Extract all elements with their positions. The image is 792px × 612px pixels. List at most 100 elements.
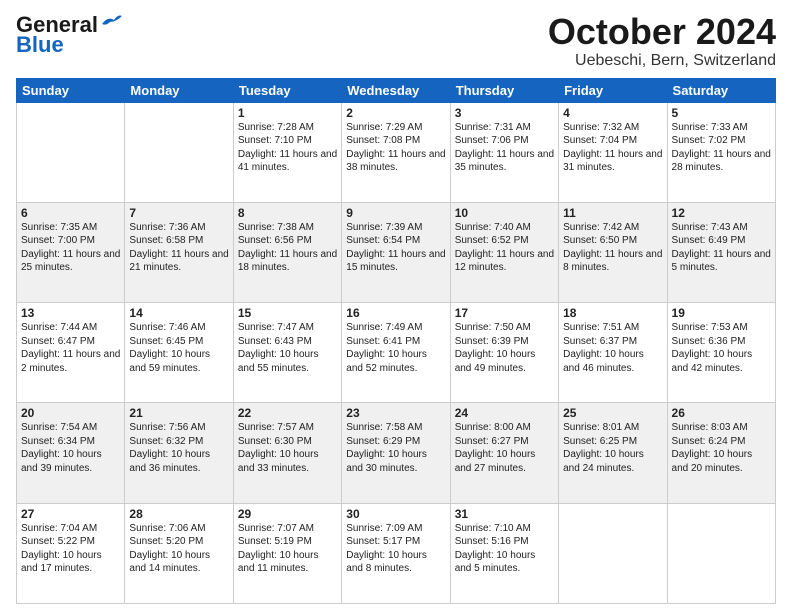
day-info: Sunrise: 7:33 AM Sunset: 7:02 PM Dayligh… xyxy=(672,121,771,175)
day-info: Sunrise: 7:46 AM Sunset: 6:45 PM Dayligh… xyxy=(129,321,228,375)
day-number: 30 xyxy=(346,507,445,521)
day-info: Sunrise: 7:36 AM Sunset: 6:58 PM Dayligh… xyxy=(129,221,228,275)
calendar-cell: 26Sunrise: 8:03 AM Sunset: 6:24 PM Dayli… xyxy=(667,403,775,503)
day-number: 8 xyxy=(238,206,337,220)
calendar-cell: 1Sunrise: 7:28 AM Sunset: 7:10 PM Daylig… xyxy=(233,102,341,202)
day-number: 31 xyxy=(455,507,554,521)
day-info: Sunrise: 8:03 AM Sunset: 6:24 PM Dayligh… xyxy=(672,421,771,475)
calendar-cell: 17Sunrise: 7:50 AM Sunset: 6:39 PM Dayli… xyxy=(450,303,558,403)
calendar-week-1: 6Sunrise: 7:35 AM Sunset: 7:00 PM Daylig… xyxy=(17,202,776,302)
day-info: Sunrise: 7:56 AM Sunset: 6:32 PM Dayligh… xyxy=(129,421,228,475)
day-number: 25 xyxy=(563,406,662,420)
day-info: Sunrise: 7:10 AM Sunset: 5:16 PM Dayligh… xyxy=(455,522,554,576)
day-number: 19 xyxy=(672,306,771,320)
day-info: Sunrise: 8:01 AM Sunset: 6:25 PM Dayligh… xyxy=(563,421,662,475)
header: General Blue October 2024 Uebeschi, Bern… xyxy=(16,12,776,70)
day-info: Sunrise: 7:51 AM Sunset: 6:37 PM Dayligh… xyxy=(563,321,662,375)
calendar-cell: 30Sunrise: 7:09 AM Sunset: 5:17 PM Dayli… xyxy=(342,503,450,603)
day-number: 11 xyxy=(563,206,662,220)
calendar-week-4: 27Sunrise: 7:04 AM Sunset: 5:22 PM Dayli… xyxy=(17,503,776,603)
subtitle: Uebeschi, Bern, Switzerland xyxy=(548,52,776,70)
day-number: 12 xyxy=(672,206,771,220)
day-number: 24 xyxy=(455,406,554,420)
day-number: 13 xyxy=(21,306,120,320)
calendar-cell: 2Sunrise: 7:29 AM Sunset: 7:08 PM Daylig… xyxy=(342,102,450,202)
calendar-cell: 19Sunrise: 7:53 AM Sunset: 6:36 PM Dayli… xyxy=(667,303,775,403)
calendar-cell: 5Sunrise: 7:33 AM Sunset: 7:02 PM Daylig… xyxy=(667,102,775,202)
calendar-cell xyxy=(559,503,667,603)
day-number: 10 xyxy=(455,206,554,220)
calendar-cell: 9Sunrise: 7:39 AM Sunset: 6:54 PM Daylig… xyxy=(342,202,450,302)
day-info: Sunrise: 7:28 AM Sunset: 7:10 PM Dayligh… xyxy=(238,121,337,175)
calendar-cell: 18Sunrise: 7:51 AM Sunset: 6:37 PM Dayli… xyxy=(559,303,667,403)
day-info: Sunrise: 7:54 AM Sunset: 6:34 PM Dayligh… xyxy=(21,421,120,475)
calendar-cell: 13Sunrise: 7:44 AM Sunset: 6:47 PM Dayli… xyxy=(17,303,125,403)
calendar-cell xyxy=(667,503,775,603)
day-number: 18 xyxy=(563,306,662,320)
calendar-header-row: SundayMondayTuesdayWednesdayThursdayFrid… xyxy=(17,78,776,102)
day-info: Sunrise: 7:07 AM Sunset: 5:19 PM Dayligh… xyxy=(238,522,337,576)
calendar-cell: 14Sunrise: 7:46 AM Sunset: 6:45 PM Dayli… xyxy=(125,303,233,403)
day-info: Sunrise: 7:29 AM Sunset: 7:08 PM Dayligh… xyxy=(346,121,445,175)
day-info: Sunrise: 7:44 AM Sunset: 6:47 PM Dayligh… xyxy=(21,321,120,375)
calendar-cell: 27Sunrise: 7:04 AM Sunset: 5:22 PM Dayli… xyxy=(17,503,125,603)
col-header-wednesday: Wednesday xyxy=(342,78,450,102)
calendar-cell: 8Sunrise: 7:38 AM Sunset: 6:56 PM Daylig… xyxy=(233,202,341,302)
day-info: Sunrise: 7:35 AM Sunset: 7:00 PM Dayligh… xyxy=(21,221,120,275)
col-header-tuesday: Tuesday xyxy=(233,78,341,102)
day-number: 22 xyxy=(238,406,337,420)
day-info: Sunrise: 7:53 AM Sunset: 6:36 PM Dayligh… xyxy=(672,321,771,375)
calendar-cell: 15Sunrise: 7:47 AM Sunset: 6:43 PM Dayli… xyxy=(233,303,341,403)
calendar-cell: 28Sunrise: 7:06 AM Sunset: 5:20 PM Dayli… xyxy=(125,503,233,603)
day-number: 3 xyxy=(455,106,554,120)
day-number: 14 xyxy=(129,306,228,320)
day-number: 29 xyxy=(238,507,337,521)
day-number: 5 xyxy=(672,106,771,120)
day-info: Sunrise: 7:31 AM Sunset: 7:06 PM Dayligh… xyxy=(455,121,554,175)
col-header-friday: Friday xyxy=(559,78,667,102)
day-info: Sunrise: 7:32 AM Sunset: 7:04 PM Dayligh… xyxy=(563,121,662,175)
day-number: 26 xyxy=(672,406,771,420)
calendar-cell: 10Sunrise: 7:40 AM Sunset: 6:52 PM Dayli… xyxy=(450,202,558,302)
day-number: 1 xyxy=(238,106,337,120)
day-number: 15 xyxy=(238,306,337,320)
logo-bird-icon xyxy=(100,14,122,32)
day-info: Sunrise: 7:39 AM Sunset: 6:54 PM Dayligh… xyxy=(346,221,445,275)
day-info: Sunrise: 7:04 AM Sunset: 5:22 PM Dayligh… xyxy=(21,522,120,576)
title-block: October 2024 Uebeschi, Bern, Switzerland xyxy=(548,12,776,70)
day-number: 2 xyxy=(346,106,445,120)
day-info: Sunrise: 7:38 AM Sunset: 6:56 PM Dayligh… xyxy=(238,221,337,275)
col-header-thursday: Thursday xyxy=(450,78,558,102)
logo-blue: Blue xyxy=(16,32,64,58)
day-number: 17 xyxy=(455,306,554,320)
day-number: 9 xyxy=(346,206,445,220)
calendar-cell: 16Sunrise: 7:49 AM Sunset: 6:41 PM Dayli… xyxy=(342,303,450,403)
day-number: 6 xyxy=(21,206,120,220)
day-info: Sunrise: 7:43 AM Sunset: 6:49 PM Dayligh… xyxy=(672,221,771,275)
calendar-cell: 31Sunrise: 7:10 AM Sunset: 5:16 PM Dayli… xyxy=(450,503,558,603)
calendar-cell: 20Sunrise: 7:54 AM Sunset: 6:34 PM Dayli… xyxy=(17,403,125,503)
calendar-cell xyxy=(17,102,125,202)
day-number: 4 xyxy=(563,106,662,120)
calendar-table: SundayMondayTuesdayWednesdayThursdayFrid… xyxy=(16,78,776,604)
day-info: Sunrise: 7:40 AM Sunset: 6:52 PM Dayligh… xyxy=(455,221,554,275)
calendar-cell: 7Sunrise: 7:36 AM Sunset: 6:58 PM Daylig… xyxy=(125,202,233,302)
day-info: Sunrise: 7:49 AM Sunset: 6:41 PM Dayligh… xyxy=(346,321,445,375)
day-number: 23 xyxy=(346,406,445,420)
day-info: Sunrise: 7:57 AM Sunset: 6:30 PM Dayligh… xyxy=(238,421,337,475)
day-number: 20 xyxy=(21,406,120,420)
day-info: Sunrise: 7:50 AM Sunset: 6:39 PM Dayligh… xyxy=(455,321,554,375)
calendar-cell: 22Sunrise: 7:57 AM Sunset: 6:30 PM Dayli… xyxy=(233,403,341,503)
calendar-cell: 4Sunrise: 7:32 AM Sunset: 7:04 PM Daylig… xyxy=(559,102,667,202)
calendar-cell: 3Sunrise: 7:31 AM Sunset: 7:06 PM Daylig… xyxy=(450,102,558,202)
day-info: Sunrise: 7:42 AM Sunset: 6:50 PM Dayligh… xyxy=(563,221,662,275)
day-number: 21 xyxy=(129,406,228,420)
day-number: 27 xyxy=(21,507,120,521)
day-info: Sunrise: 7:09 AM Sunset: 5:17 PM Dayligh… xyxy=(346,522,445,576)
main-title: October 2024 xyxy=(548,12,776,52)
day-info: Sunrise: 7:06 AM Sunset: 5:20 PM Dayligh… xyxy=(129,522,228,576)
calendar-cell: 12Sunrise: 7:43 AM Sunset: 6:49 PM Dayli… xyxy=(667,202,775,302)
day-info: Sunrise: 8:00 AM Sunset: 6:27 PM Dayligh… xyxy=(455,421,554,475)
day-number: 7 xyxy=(129,206,228,220)
day-number: 16 xyxy=(346,306,445,320)
